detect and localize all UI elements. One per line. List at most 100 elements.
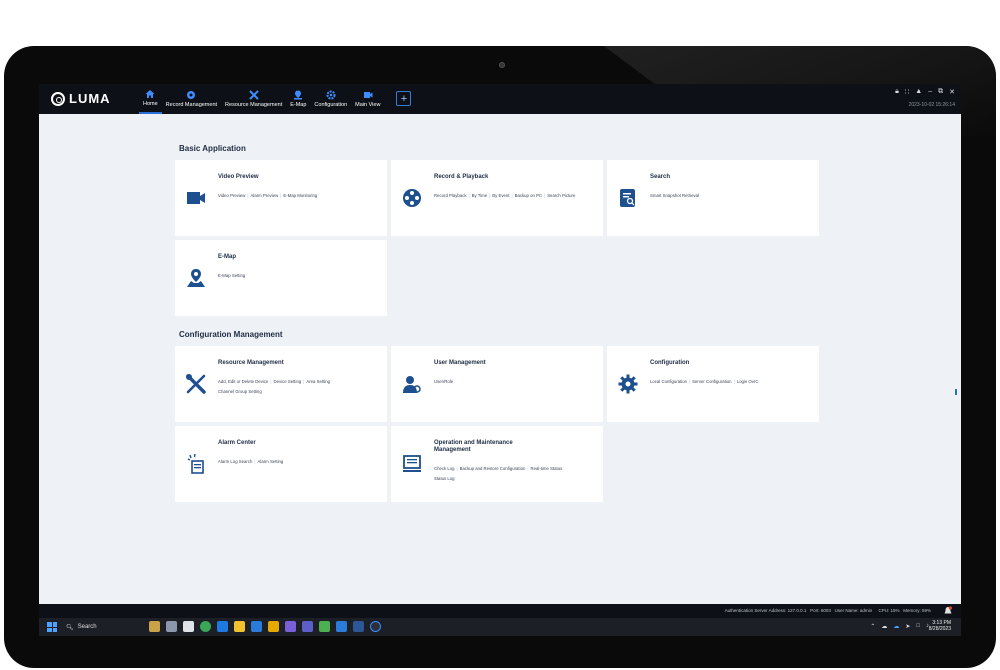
card-record-playback[interactable]: Record & Playback Record Playback | By Tim… xyxy=(391,160,603,236)
link-record-playback[interactable]: Record Playback xyxy=(434,193,466,198)
taskbar-app-icon[interactable] xyxy=(183,621,194,632)
taskbar-app-icon[interactable] xyxy=(353,621,364,632)
card-links: Add, Edit or Delete Device | Device Settin… xyxy=(218,377,380,397)
link-channel-group-setting[interactable]: Channel Group Setting xyxy=(218,389,262,394)
taskbar-app-icon[interactable] xyxy=(370,621,381,632)
card-alarm-center[interactable]: Alarm Center Alarm Log Search | Alarm Sett… xyxy=(175,426,387,502)
send-icon[interactable]: ➤ xyxy=(905,623,910,630)
link-backup-restore-configuration[interactable]: Backup and Restore Configuration xyxy=(460,466,526,471)
link-separator: | xyxy=(468,193,470,198)
link-login-ovrc[interactable]: Login OvrC xyxy=(737,379,759,384)
cloud-icon[interactable]: ☁ xyxy=(881,623,887,630)
map-pin-icon xyxy=(294,90,303,100)
taskbar-app-icon[interactable] xyxy=(251,621,262,632)
grid-icon[interactable]: ∷ xyxy=(905,88,909,96)
status-user-name: User Name: admin xyxy=(834,608,873,613)
link-local-configuration[interactable]: Local Configuration xyxy=(650,379,687,384)
home-icon xyxy=(145,90,155,98)
link-emap-setting[interactable]: E-Map Setting xyxy=(218,273,245,278)
map-pin-icon xyxy=(187,269,205,287)
taskbar-app-icon[interactable] xyxy=(149,621,160,632)
taskbar-app-icon[interactable] xyxy=(285,621,296,632)
link-emap-monitoring[interactable]: E-Map Monitoring xyxy=(283,193,317,198)
link-area-setting[interactable]: Area Setting xyxy=(306,379,330,384)
taskbar-search-label: Search xyxy=(77,624,97,630)
link-server-configuration[interactable]: Server Configuration xyxy=(692,379,731,384)
taskbar-search[interactable]: 🔍︎ Search xyxy=(66,621,136,633)
card-resource-management[interactable]: Resource Management Add, Edit or Delete … xyxy=(175,346,387,422)
nav-resource-management[interactable]: Resource Management xyxy=(221,84,286,114)
link-separator: | xyxy=(689,379,691,384)
card-configuration[interactable]: Configuration Local Configuration | Server… xyxy=(607,346,819,422)
user-icon[interactable]: ▲ xyxy=(915,88,922,96)
link-user-role[interactable]: User/Role xyxy=(434,379,453,384)
add-view-button[interactable]: + xyxy=(396,91,412,106)
os-taskbar: 🔍︎ Search ⌃ ☁ ☁ ➤ □ ♪ 3:13 PM 8/28/2023 xyxy=(39,618,961,636)
link-status-log[interactable]: Status Log xyxy=(434,476,455,481)
card-user-management[interactable]: User Management User/Role xyxy=(391,346,603,422)
link-by-time[interactable]: By Time xyxy=(472,193,488,198)
alarm-icon xyxy=(187,453,204,474)
card-title: User Management xyxy=(434,360,486,366)
link-alarm-log-search[interactable]: Alarm Log Search xyxy=(218,459,252,464)
tools-icon xyxy=(248,90,259,100)
link-alarm-preview[interactable]: Alarm Preview xyxy=(251,193,279,198)
nav-main-view[interactable]: Main View xyxy=(351,84,384,114)
link-separator: | xyxy=(511,193,513,198)
card-operation-maintenance[interactable]: Operation and Maintenance Management Che… xyxy=(391,426,603,502)
section-title-config: Configuration Management xyxy=(179,330,283,339)
taskbar-app-icon[interactable] xyxy=(166,621,177,632)
nav-emap[interactable]: E-Map xyxy=(286,84,310,114)
card-search[interactable]: Search Smart Snapshot Retrieval xyxy=(607,160,819,236)
video-camera-icon xyxy=(363,92,373,98)
status-auth-server: Authentication Server Address: 127.0.0.1 xyxy=(724,608,807,613)
link-by-event[interactable]: By Event xyxy=(492,193,509,198)
nav-emap-label: E-Map xyxy=(290,102,307,108)
link-separator: | xyxy=(254,459,256,464)
search-icon: 🔍︎ xyxy=(66,624,74,631)
taskbar-app-icon[interactable] xyxy=(319,621,330,632)
logo-text: LUMA xyxy=(69,91,111,106)
scroll-indicator[interactable] xyxy=(955,389,957,395)
link-smart-snapshot-retrieval[interactable]: Smart Snapshot Retrieval xyxy=(650,193,699,198)
card-title: Alarm Center xyxy=(218,440,256,446)
taskbar-clock[interactable]: 3:13 PM 8/28/2023 xyxy=(929,620,951,632)
taskbar-app-icon[interactable] xyxy=(217,621,228,632)
link-alarm-setting[interactable]: Alarm Setting xyxy=(258,459,284,464)
gear-icon xyxy=(618,374,638,394)
restore-icon[interactable]: ⧉ xyxy=(938,88,943,96)
tools-icon xyxy=(186,374,206,394)
onedrive-icon[interactable]: ☁ xyxy=(893,623,899,630)
nav-resource-label: Resource Management xyxy=(225,102,283,108)
close-icon[interactable]: ✕ xyxy=(949,88,955,96)
windows-start-icon[interactable] xyxy=(47,622,57,632)
card-emap[interactable]: E-Map E-Map Setting xyxy=(175,240,387,316)
alarm-bell-icon[interactable] xyxy=(943,606,953,616)
link-real-time-status[interactable]: Real-time Status xyxy=(530,466,562,471)
taskbar-app-icon[interactable] xyxy=(234,621,245,632)
app-screen: LUMA Home Record Management Resource Man… xyxy=(39,84,961,636)
chevron-up-icon[interactable]: ⌃ xyxy=(870,623,875,630)
taskbar-app-icon[interactable] xyxy=(268,621,279,632)
link-video-preview[interactable]: Video Preview xyxy=(218,193,245,198)
link-backup-on-pc[interactable]: Backup on PC xyxy=(515,193,542,198)
section-title-basic: Basic Application xyxy=(179,144,246,153)
nav-record-management[interactable]: Record Management xyxy=(162,84,221,114)
link-search-picture[interactable]: Search Picture xyxy=(547,193,575,198)
nav-configuration[interactable]: Configuration xyxy=(310,84,351,114)
link-device-setting[interactable]: Device Setting xyxy=(274,379,302,384)
taskbar-app-icon[interactable] xyxy=(336,621,347,632)
status-cpu: CPU: 15% xyxy=(878,608,900,613)
taskbar-app-icon[interactable] xyxy=(200,621,211,632)
lock-icon[interactable]: 🔒︎ xyxy=(895,88,899,96)
link-check-log[interactable]: Check Log xyxy=(434,466,455,471)
card-video-preview[interactable]: Video Preview Video Preview | Alarm Previe… xyxy=(175,160,387,236)
app-logo[interactable]: LUMA xyxy=(51,91,111,106)
minimize-icon[interactable]: – xyxy=(928,88,932,96)
header-datetime: 2023-10-02 15:26:14 xyxy=(908,102,955,108)
link-separator: | xyxy=(544,193,546,198)
display-icon[interactable]: □ xyxy=(916,623,920,630)
link-add-edit-delete-device[interactable]: Add, Edit or Delete Device xyxy=(218,379,268,384)
nav-home[interactable]: Home xyxy=(139,84,162,114)
taskbar-app-icon[interactable] xyxy=(302,621,313,632)
